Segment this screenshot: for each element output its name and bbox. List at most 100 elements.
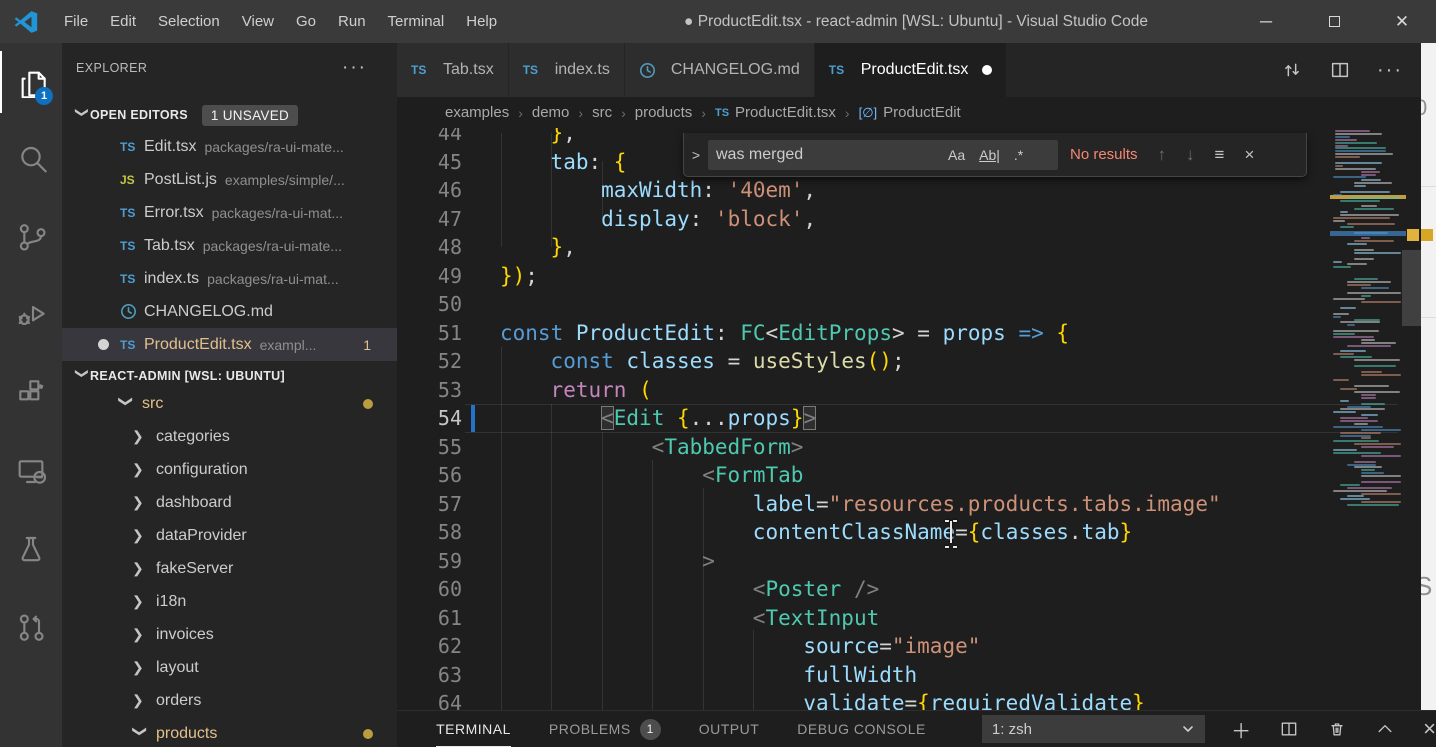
line-number[interactable]: 50 [397,290,462,319]
tree-item-dataProvider[interactable]: ❯dataProvider [62,519,397,552]
code-line[interactable]: 52const classes = useStyles(); [397,347,1421,376]
find-input[interactable] [708,146,948,164]
minimap[interactable] [1330,128,1406,710]
find-previous-icon[interactable]: ↑ [1158,145,1167,165]
panel-tab-debug-console[interactable]: DEBUG CONSOLE [797,711,926,747]
activity-extensions[interactable] [0,361,62,423]
vertical-scrollbar[interactable] [1402,250,1421,326]
menu-go[interactable]: Go [285,0,327,43]
new-terminal-icon[interactable]: ＋ [1231,715,1251,744]
whole-word-icon[interactable]: Ab| [979,147,1000,163]
line-number[interactable]: 59 [397,547,462,576]
code-line[interactable]: 51const ProductEdit: FC<EditProps> = pro… [397,319,1421,348]
tree-item-configuration[interactable]: ❯configuration [62,453,397,486]
line-number[interactable]: 63 [397,661,462,690]
activity-run-debug[interactable] [0,282,62,344]
tree-item-src[interactable]: ❯src [62,387,397,420]
dirty-dot-icon[interactable] [982,65,992,75]
line-number[interactable]: 45 [397,148,462,177]
more-actions-icon[interactable]: ··· [1377,59,1403,82]
code-line[interactable]: 53return ( [397,376,1421,405]
open-editor-item[interactable]: TSTab.tsxpackages/ra-ui-mate... [62,229,397,262]
menu-edit[interactable]: Edit [99,0,147,43]
find-toggle-chevron-icon[interactable]: > [684,147,708,163]
find-close-icon[interactable]: × [1244,145,1254,165]
open-changes-icon[interactable] [1281,59,1303,81]
kill-terminal-icon[interactable] [1327,719,1347,739]
tree-item-layout[interactable]: ❯layout [62,651,397,684]
find-in-selection-icon[interactable]: ≡ [1215,145,1225,165]
terminal-shell-select[interactable]: 1: zsh [982,715,1205,743]
tab-index.ts[interactable]: TSindex.ts [509,43,625,97]
tree-item-orders[interactable]: ❯orders [62,684,397,717]
breadcrumb-item-ProductEdit[interactable]: [∅]ProductEdit [859,104,961,121]
tab-ProductEdit.tsx[interactable]: TSProductEdit.tsx [815,43,1008,97]
line-number[interactable]: 52 [397,347,462,376]
open-editors-header[interactable]: ❯ OPEN EDITORS 1 UNSAVED [62,100,397,130]
panel-tab-problems[interactable]: PROBLEMS1 [549,711,661,747]
menu-view[interactable]: View [231,0,285,43]
menu-run[interactable]: Run [327,0,377,43]
tab-CHANGELOG.md[interactable]: CHANGELOG.md [625,43,815,97]
overview-ruler[interactable] [1406,128,1421,710]
line-number[interactable]: 46 [397,176,462,205]
activity-search[interactable] [0,127,62,189]
menu-file[interactable]: File [53,0,99,43]
open-editor-item[interactable]: TSProductEdit.tsxexampl...1 [62,328,397,361]
line-number[interactable]: 53 [397,376,462,405]
activity-source-control[interactable] [0,205,62,267]
code-line[interactable]: 50 [397,290,1421,319]
open-editor-item[interactable]: TSEdit.tsxpackages/ra-ui-mate... [62,130,397,163]
menu-help[interactable]: Help [455,0,508,43]
close-button[interactable]: ✕ [1368,0,1436,43]
open-editor-item[interactable]: CHANGELOG.md [62,295,397,328]
open-editor-item[interactable]: TSError.tsxpackages/ra-ui-mat... [62,196,397,229]
minimize-button[interactable]: ─ [1232,0,1300,43]
match-case-icon[interactable]: Aa [948,147,965,163]
menu-selection[interactable]: Selection [147,0,231,43]
panel-tab-output[interactable]: OUTPUT [699,711,760,747]
tree-item-dashboard[interactable]: ❯dashboard [62,486,397,519]
breadcrumb-item-src[interactable]: src [592,104,612,121]
background-window-strip[interactable]: 0 S [1421,43,1436,710]
line-number[interactable]: 47 [397,205,462,234]
breadcrumb-item-ProductEdit.tsx[interactable]: TSProductEdit.tsx [715,104,836,121]
line-number[interactable]: 49 [397,262,462,291]
open-editor-item[interactable]: JSPostList.jsexamples/simple/... [62,163,397,196]
tree-item-i18n[interactable]: ❯i18n [62,585,397,618]
tree-item-fakeServer[interactable]: ❯fakeServer [62,552,397,585]
split-editor-icon[interactable] [1329,59,1351,81]
menu-terminal[interactable]: Terminal [377,0,456,43]
sidebar-more-actions-icon[interactable]: ··· [342,57,367,79]
breadcrumb-item-demo[interactable]: demo [532,104,570,121]
find-next-icon[interactable]: ↓ [1186,145,1195,165]
line-number[interactable]: 51 [397,319,462,348]
tab-Tab.tsx[interactable]: TSTab.tsx [397,43,509,97]
activity-remote-explorer[interactable] [0,439,62,501]
line-number[interactable]: 54 [397,404,462,433]
code-line[interactable]: 49}); [397,262,1421,291]
close-panel-icon[interactable]: × [1423,716,1436,742]
line-number[interactable]: 61 [397,604,462,633]
maximize-panel-icon[interactable] [1375,719,1395,739]
tree-item-invoices[interactable]: ❯invoices [62,618,397,651]
line-number[interactable]: 60 [397,575,462,604]
breadcrumb-item-products[interactable]: products [635,104,693,121]
activity-explorer[interactable]: 1 [0,51,62,113]
tree-item-products[interactable]: ❯products [62,717,397,747]
line-number[interactable]: 55 [397,433,462,462]
line-number[interactable]: 57 [397,490,462,519]
line-number[interactable]: 64 [397,689,462,710]
regex-icon[interactable]: .* [1014,147,1023,163]
open-editor-item[interactable]: TSindex.tspackages/ra-ui-mat... [62,262,397,295]
line-number[interactable]: 56 [397,461,462,490]
line-number[interactable]: 62 [397,632,462,661]
line-number[interactable]: 58 [397,518,462,547]
maximize-button[interactable] [1300,0,1368,43]
activity-github-pr[interactable] [0,596,62,658]
breadcrumb-item-examples[interactable]: examples [445,104,509,121]
tree-item-categories[interactable]: ❯categories [62,420,397,453]
split-terminal-icon[interactable] [1279,719,1299,739]
panel-tab-terminal[interactable]: TERMINAL [436,711,511,747]
line-number[interactable]: 48 [397,233,462,262]
